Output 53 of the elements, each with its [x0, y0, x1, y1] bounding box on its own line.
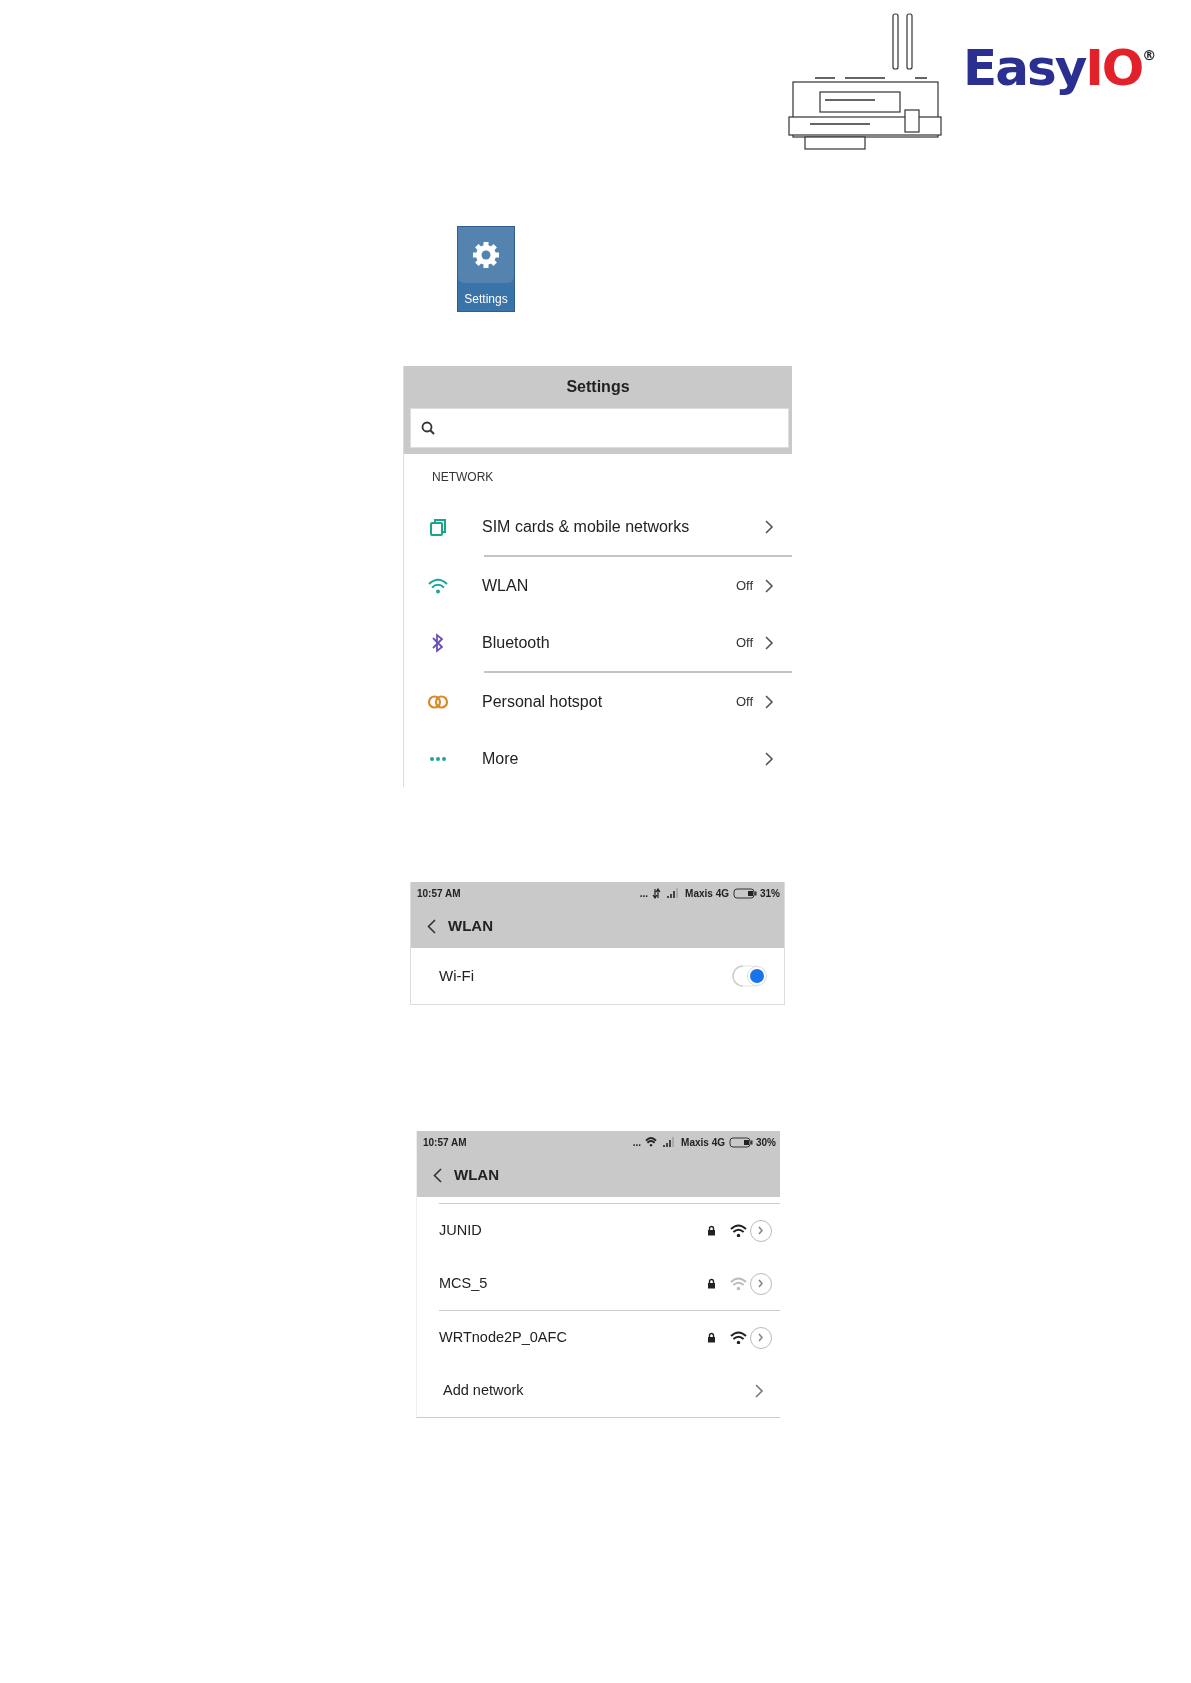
battery-icon — [733, 887, 757, 899]
add-network-row[interactable]: Add network — [417, 1364, 780, 1417]
status-dots: ... — [639, 886, 649, 901]
carrier-label: Maxis 4G — [681, 1135, 725, 1150]
battery-percent: 30% — [756, 1135, 776, 1150]
section-label: NETWORK — [432, 470, 494, 484]
lock-icon — [707, 1332, 716, 1343]
network-row[interactable]: JUNID — [417, 1204, 780, 1257]
search-icon — [421, 421, 435, 435]
settings-row[interactable]: SIM cards & mobile networks — [404, 498, 792, 555]
settings-row[interactable]: WLAN Off — [404, 557, 792, 614]
battery-icon — [729, 1136, 753, 1148]
brand-logo: EasyIO$^{®}$ — [963, 43, 1157, 93]
carrier-label: Maxis 4G — [685, 886, 729, 901]
back-icon[interactable] — [427, 918, 436, 934]
chevron-icon — [765, 579, 774, 594]
bluetooth-icon — [430, 632, 446, 653]
screen-title: Settings — [566, 377, 630, 397]
settings-row[interactable]: More — [404, 730, 792, 787]
hotspot-icon — [427, 693, 449, 710]
settings-row[interactable]: Personal hotspot Off — [404, 673, 792, 730]
signal-icon — [667, 888, 680, 898]
chevron-icon — [755, 1383, 764, 1398]
status-time: 10:57 AM — [423, 1135, 467, 1150]
data-arrows-icon — [652, 887, 662, 899]
search-field[interactable] — [410, 408, 789, 448]
battery-percent: 31% — [760, 886, 780, 901]
wifi-icon — [428, 577, 448, 594]
setting-label: Wi-Fi — [439, 965, 475, 986]
chevron-icon — [765, 636, 774, 651]
network-row[interactable]: MCS_5 — [417, 1257, 780, 1310]
screen-title: WLAN — [454, 1164, 499, 1185]
gear-icon — [471, 240, 501, 270]
wifi-icon — [645, 1137, 658, 1147]
chevron-icon — [758, 1226, 764, 1235]
chevron-icon — [765, 695, 774, 710]
sim-card-icon — [429, 517, 447, 536]
status-time: 10:57 AM — [417, 886, 461, 901]
network-row[interactable]: WRTnode2P_0AFC — [417, 1311, 780, 1364]
chevron-icon — [758, 1279, 764, 1288]
screen-title: WLAN — [448, 915, 493, 936]
lock-icon — [707, 1278, 716, 1289]
settings-row[interactable]: Bluetooth Off — [404, 614, 792, 671]
lock-icon — [707, 1225, 716, 1236]
settings-app-icon[interactable]: Settings — [457, 226, 515, 312]
more-icon — [429, 755, 447, 762]
toggle-switch[interactable] — [730, 963, 770, 989]
back-icon[interactable] — [433, 1167, 442, 1183]
chevron-icon — [765, 752, 774, 767]
chevron-icon — [758, 1333, 764, 1342]
chevron-icon — [765, 520, 774, 535]
signal-icon — [663, 1137, 676, 1147]
status-dots: ... — [632, 1135, 642, 1150]
